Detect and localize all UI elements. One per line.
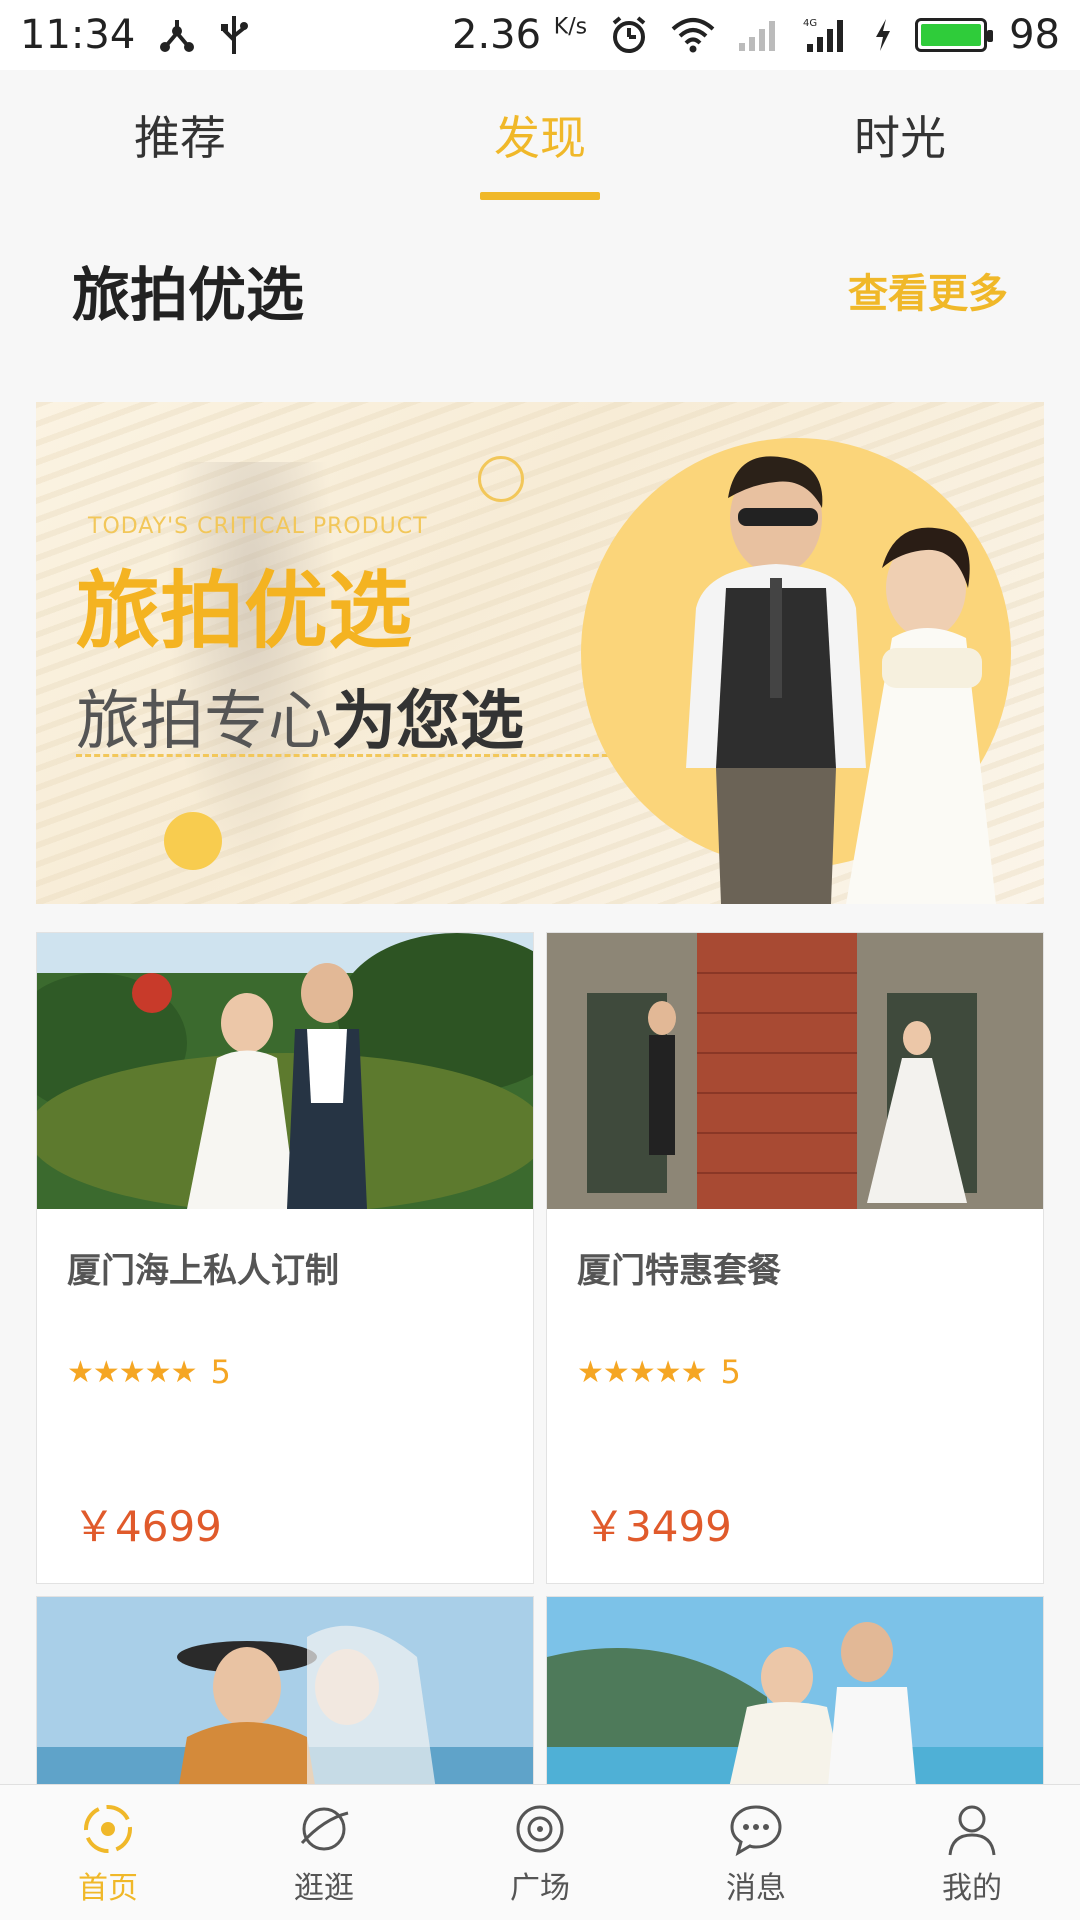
- top-tabs: 推荐 发现 时光: [0, 70, 1080, 200]
- charging-icon: [873, 17, 893, 53]
- view-more-link[interactable]: 查看更多: [848, 261, 1008, 319]
- product-grid: 厦门海上私人订制 ★★★★★ 5 ￥4699 厦门特惠套餐 ★★★★★ 5 ￥3…: [36, 932, 1044, 1796]
- product-image: [37, 1597, 533, 1795]
- nav-home[interactable]: 首页: [0, 1785, 216, 1920]
- banner-dot-decoration: [164, 812, 222, 870]
- banner-subtitle-bold: 为您选: [332, 685, 524, 759]
- nav-profile[interactable]: 我的: [864, 1785, 1080, 1920]
- section-title: 旅拍优选: [72, 261, 305, 329]
- product-card[interactable]: 厦门海上私人订制 ★★★★★ 5 ￥4699: [36, 932, 534, 1584]
- product-rating: ★★★★★ 5: [577, 1353, 741, 1391]
- network-speed-unit: K/s: [553, 14, 588, 40]
- star-rating-icon: ★★★★★: [577, 1354, 707, 1390]
- rating-value: 5: [720, 1353, 741, 1391]
- status-bar: 11:34 2.36 K/s 4G 98: [0, 0, 1080, 70]
- signal-4g-icon: 4G: [803, 16, 851, 54]
- banner-couple-photo: [686, 456, 996, 904]
- alarm-icon: [609, 15, 649, 55]
- product-image: [547, 1597, 1043, 1795]
- planet-icon: [300, 1807, 349, 1850]
- product-name: 厦门海上私人订制: [67, 1251, 339, 1291]
- star-rating-icon: ★★★★★: [67, 1354, 197, 1390]
- battery-level: 98: [1009, 12, 1060, 58]
- tab-discover-label: 发现: [494, 111, 586, 165]
- status-time: 11:34: [20, 12, 136, 58]
- home-icon: [84, 1804, 132, 1853]
- product-rating: ★★★★★ 5: [67, 1353, 231, 1391]
- battery-fill: [921, 24, 982, 46]
- banner-subtitle-plain: 旅拍专心: [76, 685, 332, 759]
- product-card[interactable]: 厦门特惠套餐 ★★★★★ 5 ￥3499: [546, 932, 1044, 1584]
- tab-discover[interactable]: 发现: [360, 70, 720, 200]
- nav-browse[interactable]: 逛逛: [216, 1785, 432, 1920]
- message-icon: [730, 1804, 782, 1856]
- usb-icon: [219, 14, 249, 56]
- active-tab-indicator: [480, 192, 600, 200]
- banner-headline: 旅拍优选: [76, 562, 413, 660]
- tab-recommend-label: 推荐: [134, 111, 226, 165]
- svg-text:4G: 4G: [803, 18, 817, 29]
- nav-browse-label: 逛逛: [294, 1870, 354, 1906]
- tab-moments[interactable]: 时光: [720, 70, 1080, 200]
- tab-recommend[interactable]: 推荐: [0, 70, 360, 200]
- promo-banner[interactable]: TODAY'S CRITICAL PRODUCT 旅拍优选 旅拍专心为您选: [36, 402, 1044, 904]
- square-icon: [516, 1805, 564, 1852]
- nav-profile-label: 我的: [942, 1870, 1002, 1906]
- signal-empty-icon: [737, 17, 781, 53]
- banner-ring-decoration: [478, 456, 524, 502]
- product-price: ￥3499: [583, 1502, 732, 1551]
- battery-icon: [915, 18, 994, 52]
- profile-icon: [948, 1805, 996, 1855]
- share-hub-icon: [157, 15, 197, 55]
- product-card[interactable]: [36, 1596, 534, 1796]
- tab-moments-label: 时光: [854, 111, 946, 165]
- product-image: [547, 933, 1043, 1209]
- network-speed-value: 2.36: [452, 12, 542, 58]
- banner-subtitle: 旅拍专心为您选: [76, 670, 524, 762]
- network-speed: 2.36 K/s: [452, 12, 587, 58]
- banner-kicker: TODAY'S CRITICAL PRODUCT: [88, 514, 428, 539]
- nav-home-label: 首页: [78, 1870, 138, 1906]
- product-card[interactable]: [546, 1596, 1044, 1796]
- product-name: 厦门特惠套餐: [577, 1251, 781, 1291]
- banner-dashed-divider: [76, 754, 626, 757]
- nav-square[interactable]: 广场: [432, 1785, 648, 1920]
- nav-messages-label: 消息: [726, 1870, 786, 1906]
- product-price: ￥4699: [73, 1502, 222, 1551]
- section-header: 旅拍优选 查看更多: [0, 240, 1080, 340]
- nav-messages[interactable]: 消息: [648, 1785, 864, 1920]
- app-screen: 11:34 2.36 K/s 4G 98 推荐 发现 时光 旅拍优选 查看更多 …: [0, 0, 1080, 1920]
- product-image: [37, 933, 533, 1209]
- nav-square-label: 广场: [510, 1870, 570, 1906]
- wifi-icon: [671, 17, 715, 53]
- bottom-nav: 首页 逛逛 广场 消息 我的: [0, 1784, 1080, 1920]
- rating-value: 5: [210, 1353, 231, 1391]
